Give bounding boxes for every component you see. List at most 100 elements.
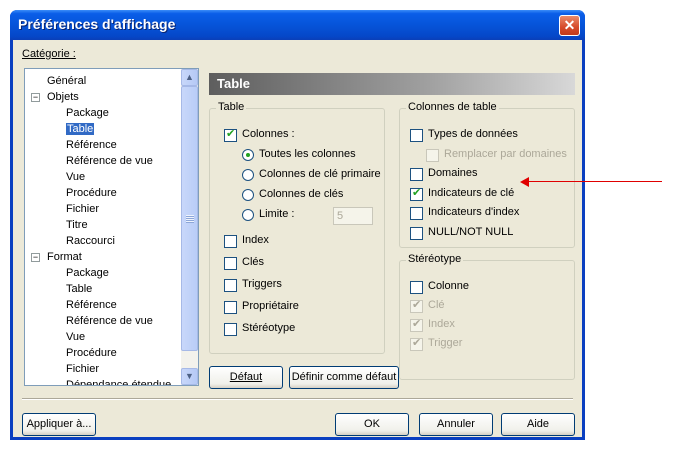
table-option-checkbox[interactable]	[224, 235, 237, 248]
tree-item[interactable]: Raccourci	[66, 233, 115, 249]
table-option-checkbox[interactable]	[224, 257, 237, 270]
scroll-up-icon[interactable]: ▲	[181, 69, 198, 86]
section-title: Table	[217, 76, 250, 91]
tree-item-label: Raccourci	[66, 235, 115, 247]
limit-input[interactable]: 5	[333, 207, 373, 225]
tree-item[interactable]: Dépendance étendue	[66, 377, 172, 386]
scroll-down-icon[interactable]: ▼	[181, 368, 198, 385]
column-option-label: Types de données	[428, 128, 518, 140]
tree-item-label: Référence de vue	[66, 315, 153, 327]
columns-radio-label: Colonnes de clé primaire	[259, 168, 381, 180]
table-columns-group: Colonnes de table Types de données Rempla…	[399, 101, 575, 248]
tree-item[interactable]: Procédure	[66, 345, 117, 361]
tree-item[interactable]: Titre	[66, 217, 88, 233]
columns-radio-label: Colonnes de clés	[259, 188, 344, 200]
tree-item[interactable]: Fichier	[66, 201, 99, 217]
tree-item[interactable]: Référence	[66, 137, 117, 153]
tree-item[interactable]: Vue	[66, 329, 85, 345]
dialog-window: Préférences d'affichage ✕ Catégorie : Gé…	[10, 10, 585, 440]
title-bar[interactable]: Préférences d'affichage ✕	[10, 10, 585, 40]
tree-item-label: Vue	[66, 171, 86, 183]
apply-to-button[interactable]: Appliquer à...	[22, 413, 96, 436]
tree-item-label: Fichier	[66, 363, 100, 375]
tree-item[interactable]: Procédure	[66, 185, 117, 201]
tree-item[interactable]: Vue	[66, 169, 85, 185]
columns-radio-label: Limite :	[259, 208, 295, 220]
annotation-arrow-line	[527, 181, 662, 182]
columns-label: Colonnes :	[242, 128, 295, 140]
table-option-checkbox[interactable]	[224, 323, 237, 336]
table-option-checkbox[interactable]	[224, 301, 237, 314]
tree-item[interactable]: Référence	[66, 297, 117, 313]
default-button[interactable]: Défaut	[209, 366, 283, 389]
column-option-checkbox[interactable]	[410, 226, 423, 240]
table-columns-group-title: Colonnes de table	[406, 101, 499, 113]
column-option-label: Indicateurs d'index	[428, 206, 520, 218]
tree-item-label: Table	[66, 123, 95, 135]
dialog-body: Catégorie : Général Objets − Package Table Ré…	[13, 40, 582, 437]
stereotype-group: Stéréotype Colonne Clé Index Trigger	[399, 253, 575, 380]
stereotype-group-title: Stéréotype	[406, 253, 464, 265]
column-option-label: Remplacer par domaines	[444, 147, 567, 160]
columns-radio[interactable]	[242, 169, 254, 181]
column-option-checkbox[interactable]	[410, 207, 423, 220]
tree-item-label: Référence	[66, 139, 117, 151]
column-option-checkbox[interactable]	[410, 186, 423, 201]
columns-checkbox[interactable]	[224, 127, 237, 142]
collapse-icon[interactable]: −	[31, 253, 40, 262]
tree-item-label: Fichier	[66, 203, 100, 215]
table-option-label: Triggers	[242, 278, 282, 290]
table-group: Table Colonnes : Toutes les colonnes Colo…	[209, 101, 385, 354]
tree-item-label: Général	[47, 75, 87, 87]
table-option-label: Propriétaire	[242, 300, 299, 312]
cancel-button[interactable]: Annuler	[419, 413, 493, 436]
tree-item[interactable]: Fichier	[66, 361, 99, 377]
tree-item-label: Table	[66, 283, 93, 295]
column-option-label: Indicateurs de clé	[428, 186, 515, 199]
columns-radio[interactable]	[242, 209, 254, 221]
column-option-checkbox	[426, 148, 439, 162]
stereotype-option-checkbox	[410, 336, 423, 351]
tree-item[interactable]: Format	[47, 249, 82, 265]
tree-item-label: Format	[47, 251, 82, 263]
grip-icon	[186, 215, 194, 223]
tree-item[interactable]: Référence de vue	[66, 313, 153, 329]
table-option-checkbox[interactable]	[224, 279, 237, 292]
ok-button[interactable]: OK	[335, 413, 409, 436]
close-icon[interactable]: ✕	[559, 15, 580, 36]
tree-item-label: Référence de vue	[66, 155, 153, 167]
column-option-checkbox[interactable]	[410, 129, 423, 142]
table-option-label: Stéréotype	[242, 322, 296, 334]
scroll-thumb[interactable]	[181, 86, 198, 351]
column-option-checkbox[interactable]	[410, 168, 423, 181]
tree-item-label: Procédure	[66, 347, 117, 359]
tree-item-label: Titre	[66, 219, 88, 231]
set-as-default-button[interactable]: Définir comme défaut	[289, 366, 399, 389]
stereotype-option-label: Trigger	[428, 337, 463, 349]
tree-item-label: Procédure	[66, 187, 117, 199]
tree-item[interactable]: Package	[66, 105, 109, 121]
tree-item-label: Objets	[47, 91, 79, 103]
tree-item-label: Dépendance étendue	[66, 379, 172, 386]
tree-item[interactable]: Référence de vue	[66, 153, 153, 169]
stereotype-option-label: Index	[428, 318, 455, 330]
category-tree[interactable]: Général Objets − Package Table Référence Référ…	[24, 68, 199, 386]
columns-radio[interactable]	[242, 189, 254, 201]
tree-item[interactable]: Table	[66, 281, 92, 297]
tree-item-label: Package	[66, 107, 109, 119]
table-option-label: Index	[242, 234, 269, 246]
tree-item[interactable]: Package	[66, 265, 109, 281]
column-option-label: NULL/NOT NULL	[428, 225, 514, 238]
columns-radio[interactable]	[242, 149, 254, 161]
tree-item[interactable]: Objets	[47, 89, 79, 105]
tree-scrollbar[interactable]: ▲ ▼	[181, 69, 198, 385]
columns-radio-label: Toutes les colonnes	[259, 148, 356, 160]
column-option-label: Domaines	[428, 167, 478, 179]
stereotype-option-label: Colonne	[428, 280, 469, 292]
collapse-icon[interactable]: −	[31, 93, 40, 102]
stereotype-option-checkbox[interactable]	[410, 281, 423, 294]
tree-item-label: Vue	[66, 331, 86, 343]
tree-item[interactable]: Général	[47, 73, 86, 89]
tree-item[interactable]: Table	[66, 121, 95, 137]
help-button[interactable]: Aide	[501, 413, 575, 436]
